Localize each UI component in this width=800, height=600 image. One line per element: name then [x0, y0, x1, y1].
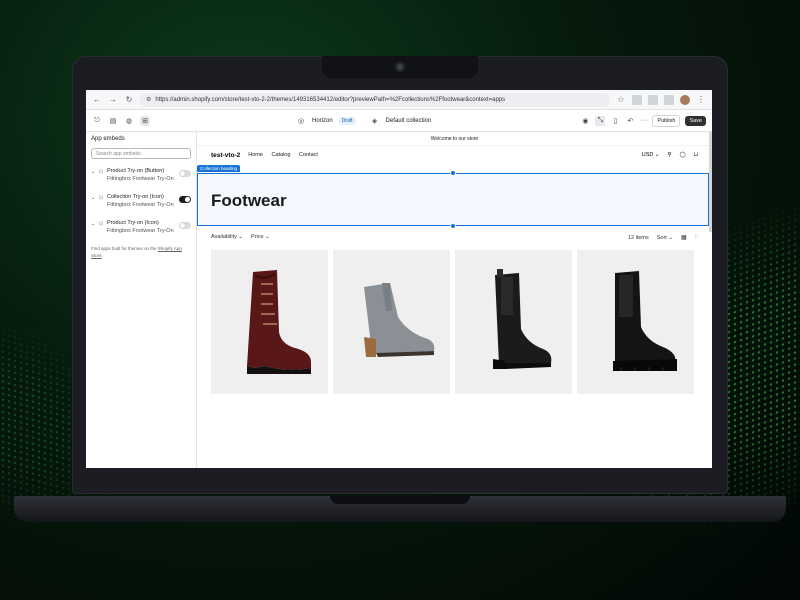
- embed-subtitle: Fittingbox Footwear Try-On: [107, 176, 174, 182]
- reload-icon[interactable]: ↻: [124, 95, 134, 104]
- embed-toggle[interactable]: [179, 170, 191, 177]
- dense-grid-view-icon[interactable]: ⁞⁞: [695, 235, 698, 241]
- template-icon: ◈: [371, 117, 378, 125]
- extension-icon[interactable]: [632, 94, 642, 105]
- note-suffix: .: [101, 253, 104, 258]
- app-embeds-icon[interactable]: ⊞: [140, 115, 150, 126]
- profile-avatar[interactable]: [680, 94, 690, 105]
- collection-title: Footwear: [211, 191, 287, 210]
- preview-scrollbar[interactable]: [709, 132, 712, 232]
- product-grid: [211, 250, 694, 394]
- cart-icon[interactable]: ⊔: [694, 152, 698, 158]
- app-block-icon: ⊡: [99, 195, 104, 201]
- exit-icon[interactable]: ⎋: [92, 116, 102, 126]
- product-card[interactable]: [455, 250, 572, 394]
- search-icon[interactable]: ⚲: [668, 152, 672, 158]
- address-bar[interactable]: ⚙ https://admin.shopify.com/store/test-v…: [140, 92, 610, 107]
- embed-toggle[interactable]: [179, 222, 191, 229]
- browser-menu-icon[interactable]: ⋮: [696, 95, 706, 104]
- preview-inspector-icon[interactable]: ◉: [580, 116, 590, 126]
- url-text: https://admin.shopify.com/store/test-vto…: [155, 96, 506, 103]
- chevron-down-icon[interactable]: ⌄: [91, 167, 96, 175]
- store-header: test-vto-2 Home Catalog Contact USD ⌄ ⚲ …: [197, 146, 712, 164]
- embed-title: Product Try-on (Button): [107, 168, 165, 174]
- theme-icon: ◎: [297, 117, 305, 125]
- chevron-down-icon[interactable]: ⌄: [91, 219, 96, 227]
- template-selector[interactable]: Default collection: [386, 118, 432, 124]
- select-mode-icon[interactable]: ⤡: [595, 115, 606, 126]
- laptop-screen: ← → ↻ ⚙ https://admin.shopify.com/store/…: [86, 90, 712, 468]
- product-image-black-lug-chelsea-boot: [612, 271, 677, 371]
- item-count: 12 items: [627, 234, 649, 241]
- account-icon[interactable]: ◯: [680, 152, 686, 158]
- storefront-preview: Welcome to our store test-vto-2 Home Cat…: [197, 132, 712, 468]
- store-nav: Home Catalog Contact: [248, 152, 325, 158]
- back-icon[interactable]: ←: [92, 95, 102, 104]
- app-block-icon: ⊡: [99, 169, 104, 175]
- sections-icon[interactable]: ▤: [108, 116, 118, 126]
- mobile-preview-icon[interactable]: ▯: [610, 116, 620, 126]
- sort-dropdown[interactable]: Sort ⌄: [657, 235, 673, 241]
- chevron-down-icon[interactable]: ⌄: [91, 193, 96, 201]
- app-store-note: Find apps built for themes on the Shopif…: [91, 245, 191, 259]
- embed-subtitle: Fittingbox Footwear Try-On: [107, 202, 174, 208]
- forward-icon[interactable]: →: [108, 95, 118, 104]
- announcement-bar: Welcome to our store: [197, 132, 712, 146]
- app-block-icon: ⊡: [99, 221, 104, 227]
- product-image-black-chelsea-boot: [492, 269, 551, 369]
- laptop-base-lip: [330, 496, 470, 504]
- embed-subtitle: Fittingbox Footwear Try-On: [107, 228, 174, 234]
- theme-name[interactable]: Horizon: [312, 118, 333, 124]
- browser-toolbar: ← → ↻ ⚙ https://admin.shopify.com/store/…: [86, 90, 712, 110]
- add-section-handle[interactable]: [450, 223, 456, 229]
- embed-title: Collection Try-on (Icon): [107, 194, 164, 200]
- publish-button[interactable]: Publish: [652, 114, 681, 127]
- add-section-handle[interactable]: [450, 170, 456, 176]
- product-image-brown-boot: [246, 270, 311, 374]
- bookmark-star-icon[interactable]: ☆: [616, 95, 626, 104]
- nav-link-home[interactable]: Home: [248, 152, 263, 158]
- nav-link-contact[interactable]: Contact: [299, 152, 318, 158]
- editor-body: App embeds Search app embeds ⌄ ⊡ Product…: [86, 132, 712, 468]
- embed-toggle[interactable]: [179, 196, 191, 203]
- nav-link-catalog[interactable]: Catalog: [271, 152, 290, 158]
- collection-heading-section[interactable]: Footwear: [197, 173, 709, 226]
- extension-icon[interactable]: [648, 94, 658, 105]
- note-text: Find apps built for themes on the: [91, 246, 158, 251]
- product-card[interactable]: [577, 250, 694, 394]
- filter-price[interactable]: Price ⌄: [251, 234, 270, 241]
- site-info-icon[interactable]: ⚙: [146, 96, 151, 103]
- extension-icon[interactable]: [664, 94, 674, 105]
- sidebar-title: App embeds: [91, 136, 125, 142]
- more-actions-icon[interactable]: ···: [640, 117, 647, 124]
- store-logo[interactable]: test-vto-2: [211, 152, 240, 159]
- search-input[interactable]: Search app embeds: [91, 148, 191, 159]
- filter-bar: Availability ⌄ Price ⌄ 12 items Sort ⌄ ▦…: [211, 234, 698, 241]
- app-embed-item[interactable]: ⌄ ⊡ Product Try-on (Icon) Fittingbox Foo…: [91, 219, 191, 235]
- status-badge: Draft: [338, 116, 356, 125]
- app-embed-item[interactable]: ⌄ ⊡ Product Try-on (Button) Fittingbox F…: [91, 167, 191, 183]
- filter-availability[interactable]: Availability ⌄: [211, 234, 243, 241]
- section-label-tag: Collection heading: [197, 165, 241, 172]
- currency-selector[interactable]: USD ⌄: [642, 152, 660, 158]
- theme-editor-toolbar: ⎋ ▤ ◍ ⊞ ◎ Horizon Draft ◈ Default collec…: [86, 110, 712, 132]
- undo-icon[interactable]: ↶: [625, 116, 635, 126]
- product-image-grey-bootie: [363, 283, 434, 357]
- embed-title: Product Try-on (Icon): [107, 220, 159, 226]
- app-embeds-sidebar: App embeds Search app embeds ⌄ ⊡ Product…: [86, 132, 197, 468]
- search-placeholder: Search app embeds: [96, 150, 141, 157]
- product-card[interactable]: [211, 250, 328, 394]
- grid-view-icon[interactable]: ▦: [681, 234, 687, 241]
- webcam-icon: [395, 62, 405, 72]
- theme-settings-icon[interactable]: ◍: [124, 116, 134, 126]
- app-embed-item[interactable]: ⌄ ⊡ Collection Try-on (Icon) Fittingbox …: [91, 193, 191, 209]
- product-card[interactable]: [333, 250, 450, 394]
- save-button[interactable]: Save: [685, 115, 706, 126]
